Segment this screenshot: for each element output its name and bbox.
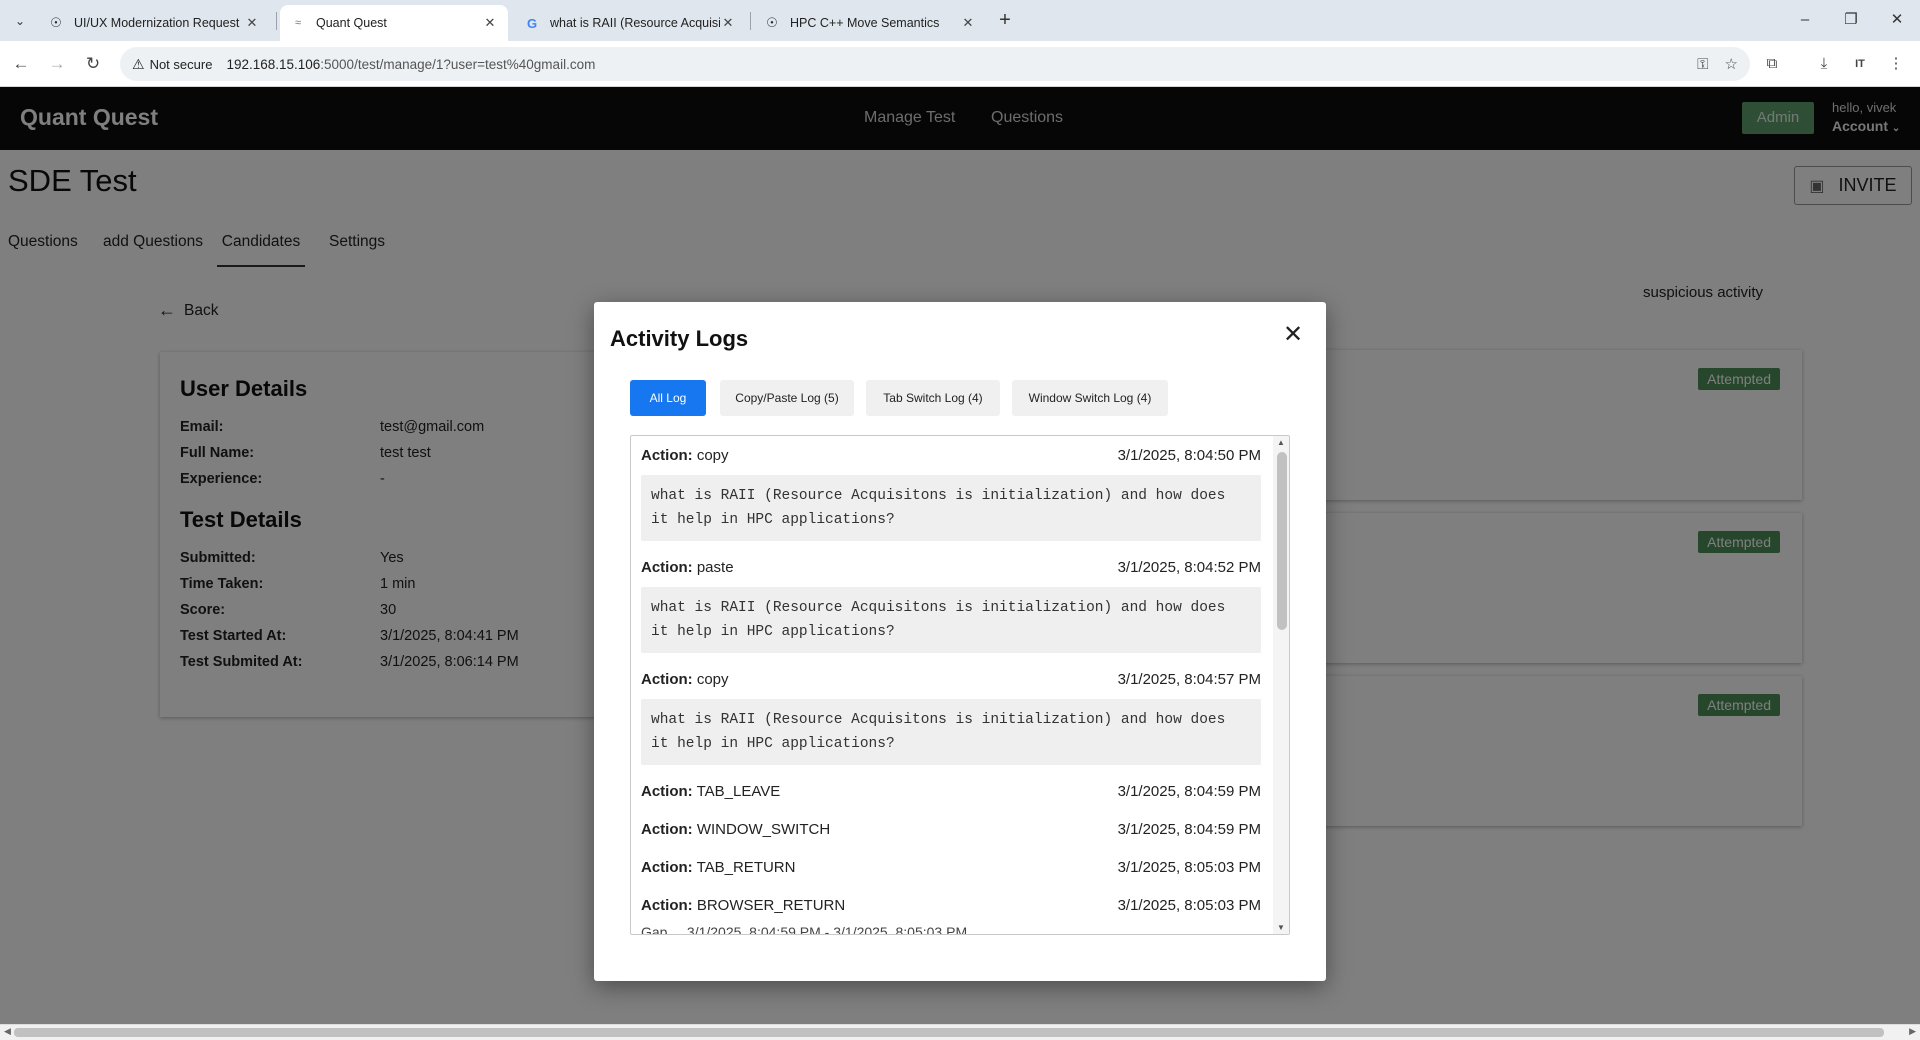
back-arrow-icon[interactable]: ← [9,52,33,76]
tab-separator [750,12,751,30]
new-tab-plus-icon[interactable]: + [992,8,1018,34]
url-text: 192.168.15.106:5000/test/manage/1?user=t… [226,57,595,72]
log-list: Action: copy 3/1/2025, 8:04:50 PM what is… [631,436,1271,934]
log-entry: Action: copy 3/1/2025, 8:04:57 PM what is… [631,660,1271,765]
browser-tab-raii-search[interactable]: G what is RAII (Resource Acquisitons is … [514,5,746,41]
translate-icon[interactable]: IT [1848,52,1872,76]
action-value: paste [696,558,734,576]
action-label: Action: [641,896,693,914]
log-entry: Action: paste 3/1/2025, 8:04:52 PM what i… [631,548,1271,653]
address-bar[interactable]: ⚠ Not secure 192.168.15.106:5000/test/ma… [120,47,1750,81]
action-label: Action: [641,558,693,576]
log-list-container[interactable]: Action: copy 3/1/2025, 8:04:50 PM what is… [630,435,1290,935]
log-timestamp: 3/1/2025, 8:04:50 PM [1117,446,1261,464]
tab-title: UI/UX Modernization Request [74,16,240,30]
tab-title: HPC C++ Move Semantics [790,16,940,30]
window-close-icon[interactable]: ✕ [1882,8,1912,32]
tab-separator [276,12,277,30]
log-entry: Action: BROWSER_RETURN 3/1/2025, 8:05:03 … [631,886,1271,924]
log-timestamp: 3/1/2025, 8:04:59 PM [1117,782,1261,800]
close-icon[interactable]: ✕ [1280,322,1306,348]
tab-close-icon[interactable]: ✕ [960,15,976,31]
scroll-down-icon[interactable]: ▼ [1277,923,1285,932]
log-timestamp: 3/1/2025, 8:04:57 PM [1117,670,1261,688]
action-value: BROWSER_RETURN [696,896,846,914]
action-value: copy [696,670,729,688]
action-label: Action: [641,782,693,800]
log-timestamp: 3/1/2025, 8:04:52 PM [1117,558,1261,576]
tab-window-switch-log[interactable]: Window Switch Log (4) [1012,380,1168,416]
log-timestamp: 3/1/2025, 8:05:03 PM [1117,896,1261,914]
log-timestamp: 3/1/2025, 8:04:59 PM [1117,820,1261,838]
tab-search-chevron-icon[interactable]: ⌄ [10,11,30,31]
tab-tab-switch-log[interactable]: Tab Switch Log (4) [866,380,1000,416]
action-value: WINDOW_SWITCH [696,820,831,838]
action-label: Action: [641,820,693,838]
page-viewport: Quant Quest Manage Test Questions Admin … [0,87,1920,1024]
tab-title: Quant Quest [316,16,387,30]
log-timestamp: 3/1/2025, 8:05:03 PM [1117,858,1261,876]
clipboard-text: what is RAII (Resource Acquisitons is in… [641,699,1261,765]
extensions-icon[interactable]: ⧉ [1760,52,1784,76]
browser-toolbar: ← → ↻ ⚠ Not secure 192.168.15.106:5000/t… [0,41,1920,87]
tab-all-log[interactable]: All Log [630,380,706,416]
scrollbar-thumb[interactable] [1277,452,1287,630]
log-entry: Action: TAB_RETURN 3/1/2025, 8:05:03 PM [631,848,1271,886]
modal-title: Activity Logs [610,326,749,351]
browser-tab-hpc[interactable]: ☉ HPC C++ Move Semantics ✕ [754,5,986,41]
reload-icon[interactable]: ↻ [81,52,105,76]
tab-title: what is RAII (Resource Acquisitons is ..… [550,16,720,30]
url-host: 192.168.15.106 [226,56,321,72]
log-scrollbar[interactable]: ▲ ▼ [1273,436,1289,934]
password-key-icon[interactable]: ⚿ [1697,56,1708,73]
url-path: :5000/test/manage/1?user=test%40gmail.co… [320,56,596,72]
forward-arrow-icon[interactable]: → [45,52,69,76]
tab-copy-paste-log[interactable]: Copy/Paste Log (5) [720,380,854,416]
openai-icon: ☉ [50,15,62,30]
restore-icon[interactable]: ❐ [1836,8,1866,32]
browser-tab-uiux[interactable]: ☉ UI/UX Modernization Request ✕ [38,5,270,41]
scroll-left-icon[interactable]: ◀ [4,1026,11,1037]
bookmark-star-icon[interactable]: ☆ [1725,55,1738,73]
browser-tab-strip: ⌄ ☉ UI/UX Modernization Request ✕ ≈ Quan… [0,0,1920,41]
minimize-icon[interactable]: – [1790,8,1820,32]
action-label: Action: [641,858,693,876]
action-value: TAB_LEAVE [696,782,781,800]
address-bar-actions: ⚿ ☆ [1697,47,1738,81]
action-label: Action: [641,670,693,688]
warning-icon: ⚠ [132,55,145,72]
scroll-right-icon[interactable]: ▶ [1909,1026,1916,1037]
download-icon[interactable]: ⤓ [1812,52,1836,76]
log-entry: Action: WINDOW_SWITCH 3/1/2025, 8:04:59 P… [631,810,1271,848]
log-entry: Action: copy 3/1/2025, 8:04:50 PM what is… [631,436,1271,541]
scroll-up-icon[interactable]: ▲ [1277,438,1285,447]
action-value: copy [696,446,729,464]
log-entry: Action: TAB_LEAVE 3/1/2025, 8:04:59 PM [631,772,1271,810]
tab-close-icon[interactable]: ✕ [244,15,260,31]
page-icon: ≈ [294,17,302,29]
not-secure-indicator[interactable]: ⚠ Not secure [132,56,212,73]
openai-icon: ☉ [766,15,778,30]
tab-close-icon[interactable]: ✕ [482,15,498,31]
clipboard-text: what is RAII (Resource Acquisitons is in… [641,475,1261,541]
tab-close-icon[interactable]: ✕ [720,15,736,31]
activity-logs-modal: Activity Logs ✕ All Log Copy/Paste Log (… [594,302,1326,981]
not-secure-label: Not secure [149,56,213,72]
partially-visible-log-entry: Gap ... 3/1/2025, 8:04:59 PM - 3/1/2025,… [641,924,968,934]
clipboard-text: what is RAII (Resource Acquisitons is in… [641,587,1261,653]
horizontal-scrollbar[interactable]: ◀ ▶ [0,1024,1920,1040]
action-value: TAB_RETURN [696,858,796,876]
google-icon: G [526,15,538,31]
action-label: Action: [641,446,693,464]
browser-tab-quant-quest[interactable]: ≈ Quant Quest ✕ [280,5,508,41]
horizontal-scrollbar-thumb[interactable] [14,1028,1884,1037]
browser-menu-icon[interactable]: ⋮ [1884,52,1908,76]
